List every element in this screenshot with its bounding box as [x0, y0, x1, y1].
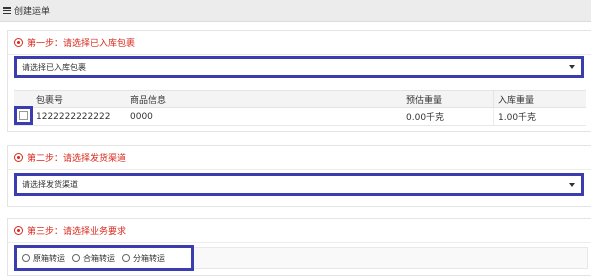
gear-icon [14, 38, 23, 47]
chevron-down-icon [569, 182, 575, 187]
cell-in-weight: 1.00千克 [498, 113, 537, 123]
page-header: 创建运单 [0, 0, 591, 22]
cell-product: 0000 [130, 111, 153, 122]
option-merge-box[interactable]: 合箱转运 [72, 253, 115, 264]
checkbox-box [19, 111, 28, 120]
header-product: 商品信息 [130, 95, 167, 106]
row-select-checkbox[interactable] [14, 106, 33, 125]
cell-package-no: 1222222222222 [36, 111, 111, 122]
table-row[interactable]: 1222222222222 0000 0.00千克 1.00千克 [14, 108, 586, 126]
step3-title: 第三步：请选择业务要求 [27, 227, 127, 237]
radio-row-background [194, 247, 588, 269]
channel-select-value: 请选择发货渠道 [22, 180, 78, 189]
header-package-no: 包裹号 [36, 95, 64, 106]
step2-header: 第二步：请选择发货渠道 [8, 146, 591, 170]
option-split-box[interactable]: 分箱转运 [122, 253, 165, 264]
gear-icon [14, 226, 23, 235]
step2-title: 第二步：请选择发货渠道 [27, 154, 127, 164]
table-header-row: 包裹号 商品信息 预估重量 入库重量 [14, 90, 586, 108]
package-select-value: 请选择已入库包裹 [22, 62, 86, 72]
radio-icon[interactable] [122, 254, 130, 262]
option-label: 原箱转运 [33, 253, 65, 263]
step1-title: 第一步：请选择已入库包裹 [27, 39, 136, 49]
radio-icon[interactable] [22, 254, 30, 262]
channel-select[interactable]: 请选择发货渠道 [14, 173, 584, 196]
option-original-box[interactable]: 原箱转运 [22, 253, 65, 264]
cell-est-weight: 0.00千克 [402, 108, 494, 125]
option-label: 分箱转运 [133, 253, 165, 263]
gear-icon [14, 153, 23, 162]
menu-icon [3, 7, 11, 14]
header-est-weight: 预估重量 [402, 91, 494, 107]
chevron-down-icon [569, 65, 575, 69]
header-in-weight: 入库重量 [498, 95, 535, 106]
page-title: 创建运单 [14, 7, 51, 17]
package-select[interactable]: 请选择已入库包裹 [14, 56, 584, 78]
step3-header: 第三步：请选择业务要求 [8, 219, 591, 243]
option-label: 合箱转运 [83, 253, 115, 263]
package-table: 包裹号 商品信息 预估重量 入库重量 1222222222222 0000 0.… [14, 90, 586, 126]
business-options: 原箱转运 合箱转运 分箱转运 [14, 245, 194, 271]
radio-icon[interactable] [72, 254, 80, 262]
step1-header: 第一步：请选择已入库包裹 [8, 31, 591, 55]
